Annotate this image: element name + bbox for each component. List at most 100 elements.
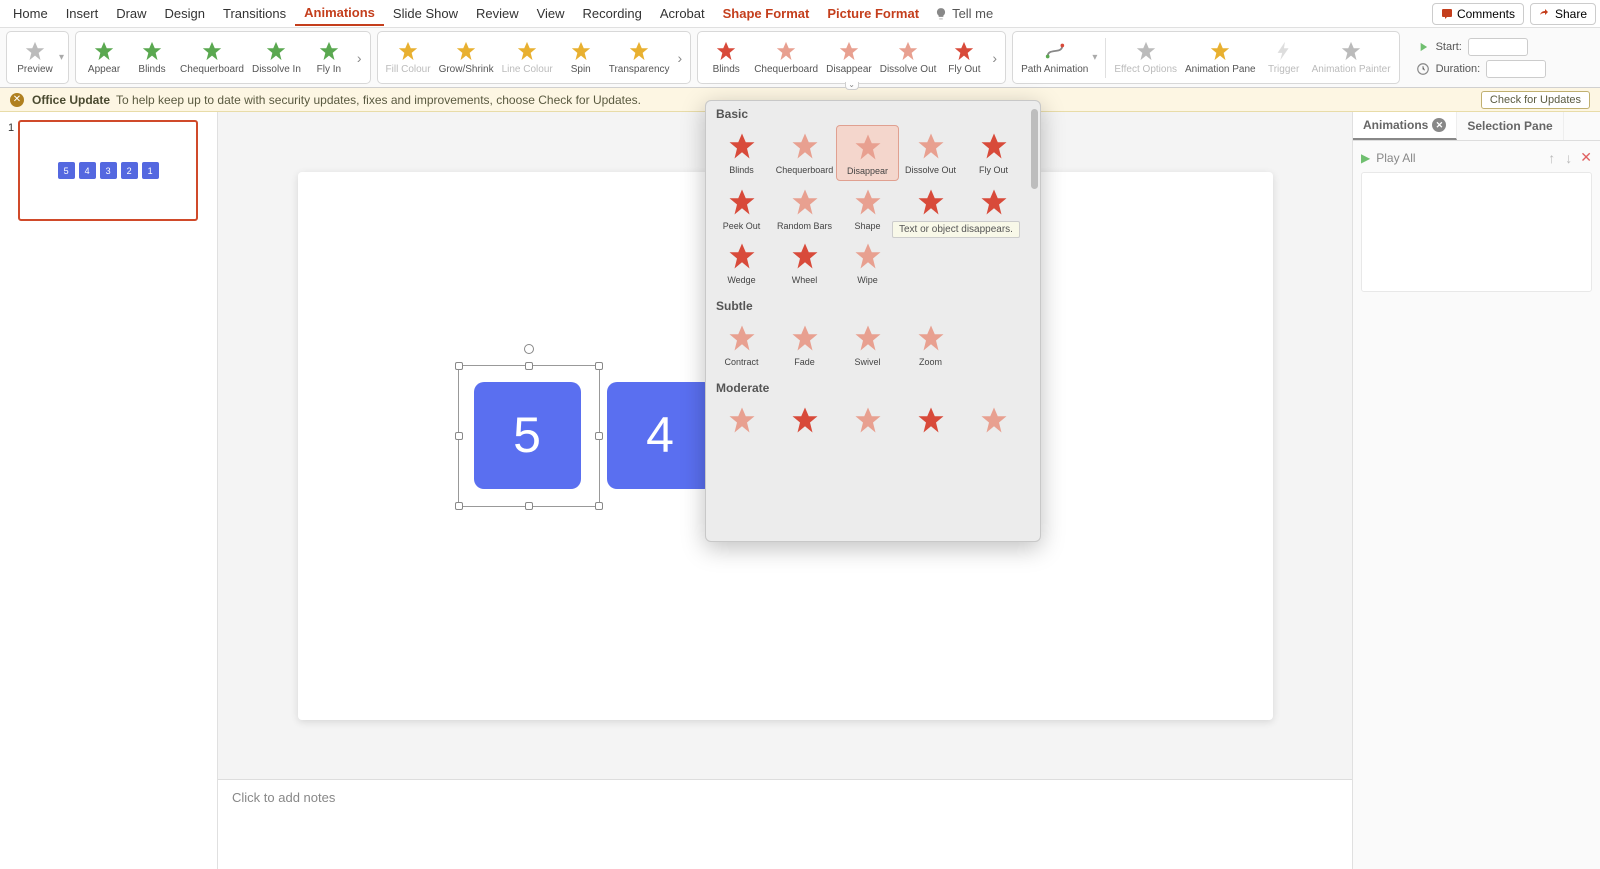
- gear-star-icon: [1135, 40, 1157, 62]
- fly-item-random-bars[interactable]: Random Bars: [773, 181, 836, 235]
- anim-linecolour[interactable]: Line Colour: [498, 38, 557, 77]
- tab-draw[interactable]: Draw: [107, 2, 155, 25]
- anim-cheq-out[interactable]: Chequerboard: [750, 38, 822, 77]
- fly-item-moderate-2[interactable]: [836, 399, 899, 441]
- fly-item-moderate-1[interactable]: [773, 399, 836, 441]
- tab-animations[interactable]: Animations: [295, 1, 384, 26]
- star-icon: [265, 40, 287, 62]
- animation-list[interactable]: [1361, 172, 1592, 292]
- anim-appear[interactable]: Appear: [80, 38, 128, 77]
- fly-item-moderate-3[interactable]: [899, 399, 962, 441]
- entrance-more[interactable]: ›: [353, 50, 366, 66]
- fly-item-wheel[interactable]: Wheel: [773, 235, 836, 289]
- fly-item-shape[interactable]: Shape: [836, 181, 899, 235]
- notes-pane[interactable]: Click to add notes: [218, 779, 1352, 869]
- fly-item-moderate-0[interactable]: [710, 399, 773, 441]
- resize-handle[interactable]: [595, 502, 603, 510]
- comments-button[interactable]: Comments: [1432, 3, 1524, 25]
- star-icon: [897, 40, 919, 62]
- exit-more[interactable]: ›: [988, 50, 1001, 66]
- trigger-btn[interactable]: Trigger: [1260, 38, 1308, 77]
- fly-item-swivel[interactable]: Swivel: [836, 317, 899, 371]
- fly-item-moderate-4[interactable]: [962, 399, 1025, 441]
- resize-handle[interactable]: [525, 502, 533, 510]
- move-down-icon[interactable]: ↓: [1563, 150, 1574, 166]
- tab-recording[interactable]: Recording: [574, 2, 651, 25]
- emphasis-more[interactable]: ›: [674, 50, 687, 66]
- tab-design[interactable]: Design: [156, 2, 214, 25]
- tell-me-label: Tell me: [952, 6, 993, 21]
- rotate-handle[interactable]: [524, 344, 534, 354]
- star-icon: [977, 187, 1011, 217]
- star-icon: [851, 187, 885, 217]
- anim-dissolve-out[interactable]: Dissolve Out: [876, 38, 941, 77]
- duration-input[interactable]: [1486, 60, 1546, 78]
- animations-pane-tab[interactable]: Animations ✕: [1353, 112, 1457, 140]
- tell-me[interactable]: Tell me: [934, 6, 993, 21]
- fly-item-wipe[interactable]: Wipe: [836, 235, 899, 289]
- anim-growshrink[interactable]: Grow/Shrink: [435, 38, 498, 77]
- anim-transparency[interactable]: Transparency: [605, 38, 674, 77]
- tab-acrobat[interactable]: Acrobat: [651, 2, 714, 25]
- resize-handle[interactable]: [595, 432, 603, 440]
- resize-handle[interactable]: [455, 362, 463, 370]
- close-icon[interactable]: ✕: [1432, 118, 1446, 132]
- selection-pane-tab[interactable]: Selection Pane: [1457, 112, 1563, 140]
- exit-expand-notch[interactable]: ⌄: [845, 82, 859, 90]
- anim-blinds-out[interactable]: Blinds: [702, 38, 750, 77]
- anim-dissolve-in[interactable]: Dissolve In: [248, 38, 305, 77]
- fly-item-blinds[interactable]: Blinds: [710, 125, 773, 181]
- star-icon: [953, 40, 975, 62]
- fly-item-peek-out[interactable]: Peek Out: [710, 181, 773, 235]
- tab-review[interactable]: Review: [467, 2, 528, 25]
- anim-spin[interactable]: Spin: [557, 38, 605, 77]
- delete-icon[interactable]: ✕: [1580, 149, 1592, 166]
- anim-fillcolour[interactable]: Fill Colour: [382, 38, 435, 77]
- tab-view[interactable]: View: [528, 2, 574, 25]
- slide-thumbnail-1[interactable]: 5 4 3 2 1: [18, 120, 198, 221]
- check-updates-button[interactable]: Check for Updates: [1481, 91, 1590, 109]
- painter-btn[interactable]: Animation Painter: [1308, 38, 1395, 77]
- fly-item-contract[interactable]: Contract: [710, 317, 773, 371]
- fly-item-fly-out[interactable]: Fly Out: [962, 125, 1025, 181]
- resize-handle[interactable]: [455, 432, 463, 440]
- resize-handle[interactable]: [525, 362, 533, 370]
- animation-pane-btn[interactable]: Animation Pane: [1181, 38, 1260, 77]
- move-up-icon[interactable]: ↑: [1546, 150, 1557, 166]
- brush-icon: [1340, 40, 1362, 62]
- anim-fly-out[interactable]: Fly Out: [940, 38, 988, 77]
- share-button[interactable]: Share: [1530, 3, 1596, 25]
- fly-item-chequerboard[interactable]: Chequerboard: [773, 125, 836, 181]
- fly-item-dissolve-out[interactable]: Dissolve Out: [899, 125, 962, 181]
- anim-disappear[interactable]: Disappear: [822, 38, 876, 77]
- flyout-scrollbar[interactable]: [1031, 109, 1038, 189]
- resize-handle[interactable]: [595, 362, 603, 370]
- tab-transitions[interactable]: Transitions: [214, 2, 295, 25]
- shape-4[interactable]: 4: [607, 382, 714, 489]
- star-icon: [914, 131, 948, 161]
- path-animation[interactable]: Path Animation: [1017, 38, 1092, 77]
- star-icon: [570, 40, 592, 62]
- anim-cheq-in[interactable]: Chequerboard: [176, 38, 248, 77]
- preview-button[interactable]: Preview: [11, 38, 59, 77]
- thumb-box: 4: [79, 162, 96, 179]
- tab-pictureformat[interactable]: Picture Format: [818, 2, 928, 25]
- star-icon: [914, 323, 948, 353]
- anim-fly-in[interactable]: Fly In: [305, 38, 353, 77]
- selection-box[interactable]: [458, 365, 600, 507]
- tab-insert[interactable]: Insert: [57, 2, 108, 25]
- resize-handle[interactable]: [455, 502, 463, 510]
- start-input[interactable]: [1468, 38, 1528, 56]
- star-icon: [851, 241, 885, 271]
- anim-blinds-in[interactable]: Blinds: [128, 38, 176, 77]
- play-all-button[interactable]: Play All: [1376, 151, 1415, 165]
- tab-home[interactable]: Home: [4, 2, 57, 25]
- fly-item-wedge[interactable]: Wedge: [710, 235, 773, 289]
- ribbon: Preview ▾ Appear Blinds Chequerboard Dis…: [0, 28, 1600, 88]
- fly-item-zoom[interactable]: Zoom: [899, 317, 962, 371]
- tab-shapeformat[interactable]: Shape Format: [714, 2, 819, 25]
- fly-item-disappear[interactable]: Disappear: [836, 125, 899, 181]
- effect-options[interactable]: Effect Options: [1110, 38, 1181, 77]
- tab-slideshow[interactable]: Slide Show: [384, 2, 467, 25]
- fly-item-fade[interactable]: Fade: [773, 317, 836, 371]
